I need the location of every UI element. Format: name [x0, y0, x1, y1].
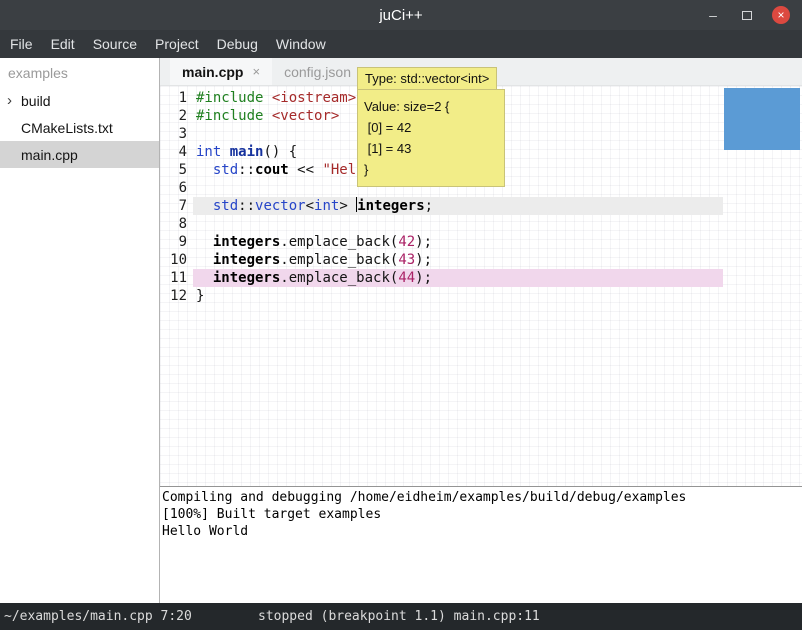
value-line: Value: size=2 {	[364, 96, 498, 117]
chevron-right-icon[interactable]: ›	[7, 92, 21, 109]
menu-edit[interactable]: Edit	[51, 36, 75, 52]
code-text[interactable]: }	[193, 287, 723, 305]
debug-tooltip: Type: std::vector<int> Value: size=2 { […	[357, 67, 505, 187]
close-icon[interactable]: ×	[772, 6, 790, 24]
code-text[interactable]: integers.emplace_back(44);	[193, 269, 723, 287]
value-line: [1] = 43	[364, 138, 498, 159]
window-controls: – ×	[704, 0, 790, 30]
code-text[interactable]: integers.emplace_back(42);	[193, 233, 723, 251]
status-bar: ~/examples/main.cpp 7:20 stopped (breakp…	[0, 603, 802, 630]
menu-window[interactable]: Window	[276, 36, 326, 52]
line-number[interactable]: 1	[160, 89, 193, 107]
code-line[interactable]: 10 integers.emplace_back(43);	[160, 251, 802, 269]
tab-label: main.cpp	[182, 64, 243, 80]
code-line[interactable]: 11 integers.emplace_back(44);	[160, 269, 802, 287]
menu-file[interactable]: File	[10, 36, 33, 52]
tree-item-label: CMakeLists.txt	[21, 120, 113, 136]
tree-item-label: build	[21, 93, 51, 109]
minimize-icon[interactable]: –	[704, 6, 722, 24]
line-number[interactable]: 11	[160, 269, 193, 287]
line-number[interactable]: 3	[160, 125, 193, 143]
status-file-position: ~/examples/main.cpp 7:20	[4, 609, 192, 624]
value-tooltip: Value: size=2 { [0] = 42 [1] = 43}	[357, 89, 505, 187]
menu-source[interactable]: Source	[93, 36, 137, 52]
titlebar: juCi++ – ×	[0, 0, 802, 30]
line-number[interactable]: 9	[160, 233, 193, 251]
restore-icon[interactable]	[738, 6, 756, 24]
code-line[interactable]: 9 integers.emplace_back(42);	[160, 233, 802, 251]
output-terminal[interactable]: Compiling and debugging /home/eidheim/ex…	[160, 486, 802, 603]
menu-project[interactable]: Project	[155, 36, 199, 52]
terminal-line: [100%] Built target examples	[162, 506, 802, 523]
code-line[interactable]: 7 std::vector<int> integers;	[160, 197, 802, 215]
terminal-line: Compiling and debugging /home/eidheim/ex…	[162, 489, 802, 506]
tab-label: config.json	[284, 64, 351, 80]
value-line: }	[364, 159, 498, 180]
file-tree-panel: examples ›build CMakeLists.txt main.cpp	[0, 58, 160, 603]
line-number[interactable]: 5	[160, 161, 193, 179]
line-number[interactable]: 4	[160, 143, 193, 161]
tab-close-icon[interactable]: ×	[252, 64, 260, 79]
menu-debug[interactable]: Debug	[217, 36, 258, 52]
line-number[interactable]: 2	[160, 107, 193, 125]
menubar: File Edit Source Project Debug Window	[0, 30, 802, 58]
type-tooltip: Type: std::vector<int>	[357, 67, 497, 90]
tree-item-label: main.cpp	[21, 147, 78, 163]
scrollbar-overview-thumb[interactable]	[724, 88, 800, 150]
tab-main-cpp[interactable]: main.cpp ×	[170, 58, 272, 85]
code-text[interactable]: integers.emplace_back(43);	[193, 251, 723, 269]
terminal-line: Hello World	[162, 523, 802, 540]
file-tree: ›build CMakeLists.txt main.cpp	[0, 87, 159, 168]
value-line: [0] = 42	[364, 117, 498, 138]
line-number[interactable]: 10	[160, 251, 193, 269]
code-text[interactable]: std::vector<int> integers;	[193, 197, 723, 215]
line-number[interactable]: 12	[160, 287, 193, 305]
code-text[interactable]	[193, 215, 723, 233]
status-debug-state: stopped (breakpoint 1.1) main.cpp:11	[258, 609, 540, 624]
line-number[interactable]: 8	[160, 215, 193, 233]
tree-item-main-cpp[interactable]: main.cpp	[0, 141, 159, 168]
line-number[interactable]: 6	[160, 179, 193, 197]
window-title: juCi++	[379, 7, 422, 24]
jucipp-window: juCi++ – × File Edit Source Project Debug Win…	[0, 0, 802, 630]
code-line[interactable]: 8	[160, 215, 802, 233]
tree-item-build[interactable]: ›build	[0, 87, 159, 114]
project-name: examples	[0, 58, 159, 87]
line-number[interactable]: 7	[160, 197, 193, 215]
tree-item-cmakelists-txt[interactable]: CMakeLists.txt	[0, 114, 159, 141]
code-line[interactable]: 12}	[160, 287, 802, 305]
